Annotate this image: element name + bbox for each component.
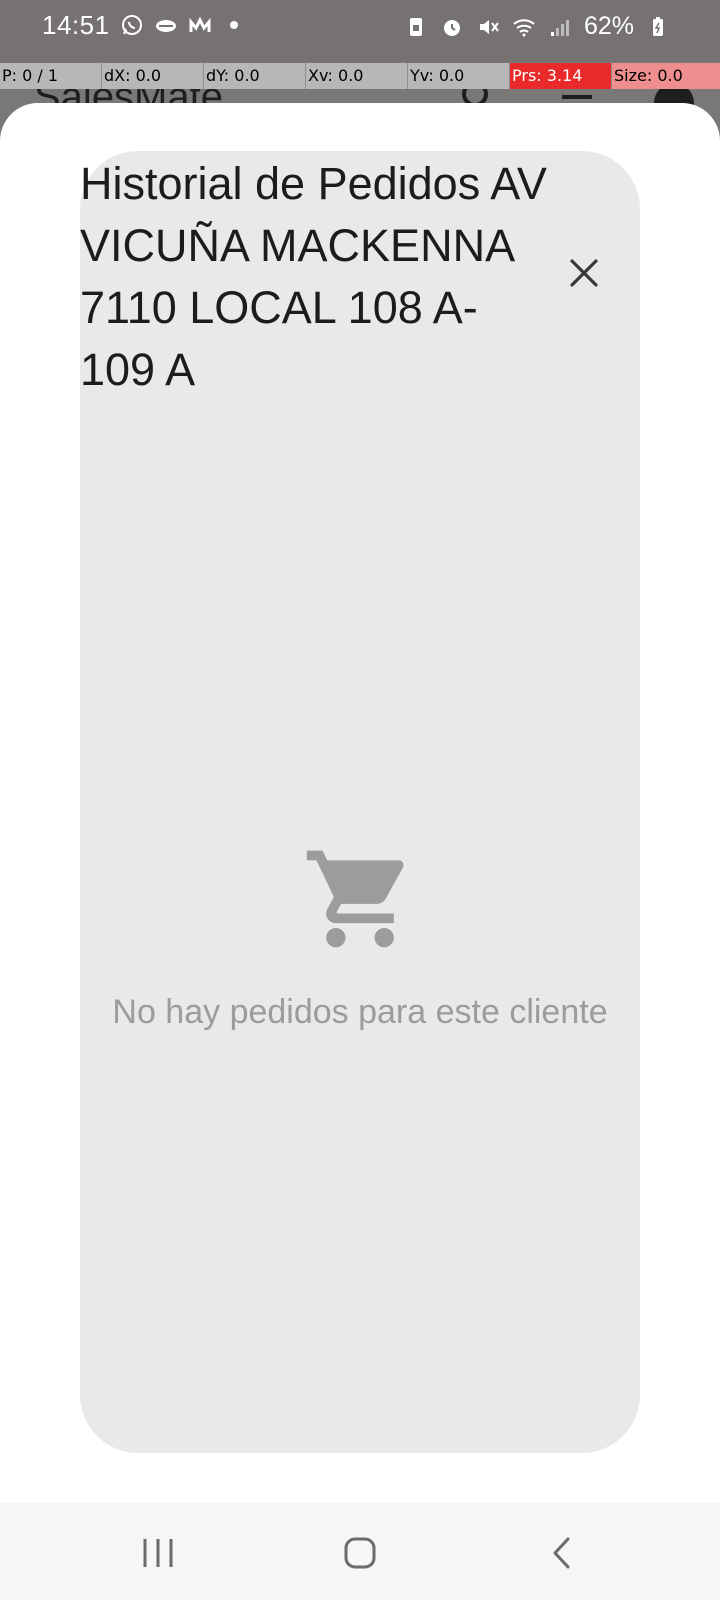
handshake-icon bbox=[156, 20, 176, 32]
whatsapp-icon bbox=[122, 15, 142, 35]
dot-icon bbox=[230, 21, 238, 29]
order-history-card: Historial de Pedidos AV VICUÑA MACKENNA … bbox=[80, 151, 640, 1453]
debug-pressure: Prs: 3.14 bbox=[510, 63, 612, 89]
sim-icon bbox=[409, 17, 422, 36]
close-button[interactable] bbox=[562, 251, 606, 295]
recents-button[interactable] bbox=[136, 1531, 180, 1575]
battery-level: 62% bbox=[583, 12, 634, 40]
status-bar: 14:51 62% bbox=[0, 0, 720, 62]
home-icon bbox=[344, 1537, 376, 1569]
signal-icon bbox=[550, 19, 569, 36]
navigation-bar bbox=[0, 1503, 720, 1600]
recents-icon bbox=[143, 1539, 173, 1567]
empty-message: No hay pedidos para este cliente bbox=[112, 993, 608, 1031]
alarm-icon bbox=[443, 19, 460, 36]
menu-icon bbox=[562, 95, 592, 99]
back-icon bbox=[553, 1537, 570, 1569]
debug-size: Size: 0.0 bbox=[612, 63, 720, 89]
pointer-location-overlay: P: 0 / 1 dX: 0.0 dY: 0.0 Xv: 0.0 Yv: 0.0… bbox=[0, 63, 720, 89]
status-time: 14:51 bbox=[42, 10, 110, 40]
debug-xv: Xv: 0.0 bbox=[306, 63, 408, 89]
notification-icons bbox=[120, 13, 246, 37]
back-button[interactable] bbox=[540, 1531, 584, 1575]
debug-dy: dY: 0.0 bbox=[204, 63, 306, 89]
system-icons: 62% bbox=[404, 12, 670, 41]
dialog-title: Historial de Pedidos AV VICUÑA MACKENNA … bbox=[80, 158, 547, 395]
mute-icon bbox=[479, 19, 499, 34]
debug-dx: dX: 0.0 bbox=[102, 63, 204, 89]
battery-icon bbox=[653, 16, 663, 36]
wifi-icon bbox=[513, 18, 535, 36]
debug-pointers: P: 0 / 1 bbox=[0, 63, 102, 89]
movistar-icon bbox=[189, 16, 211, 32]
close-icon bbox=[570, 259, 598, 287]
shopping-cart-icon bbox=[306, 850, 404, 948]
debug-yv: Yv: 0.0 bbox=[408, 63, 510, 89]
home-button[interactable] bbox=[338, 1531, 382, 1575]
empty-state: No hay pedidos para este cliente bbox=[80, 841, 640, 1032]
order-history-sheet: Historial de Pedidos AV VICUÑA MACKENNA … bbox=[0, 103, 720, 1503]
